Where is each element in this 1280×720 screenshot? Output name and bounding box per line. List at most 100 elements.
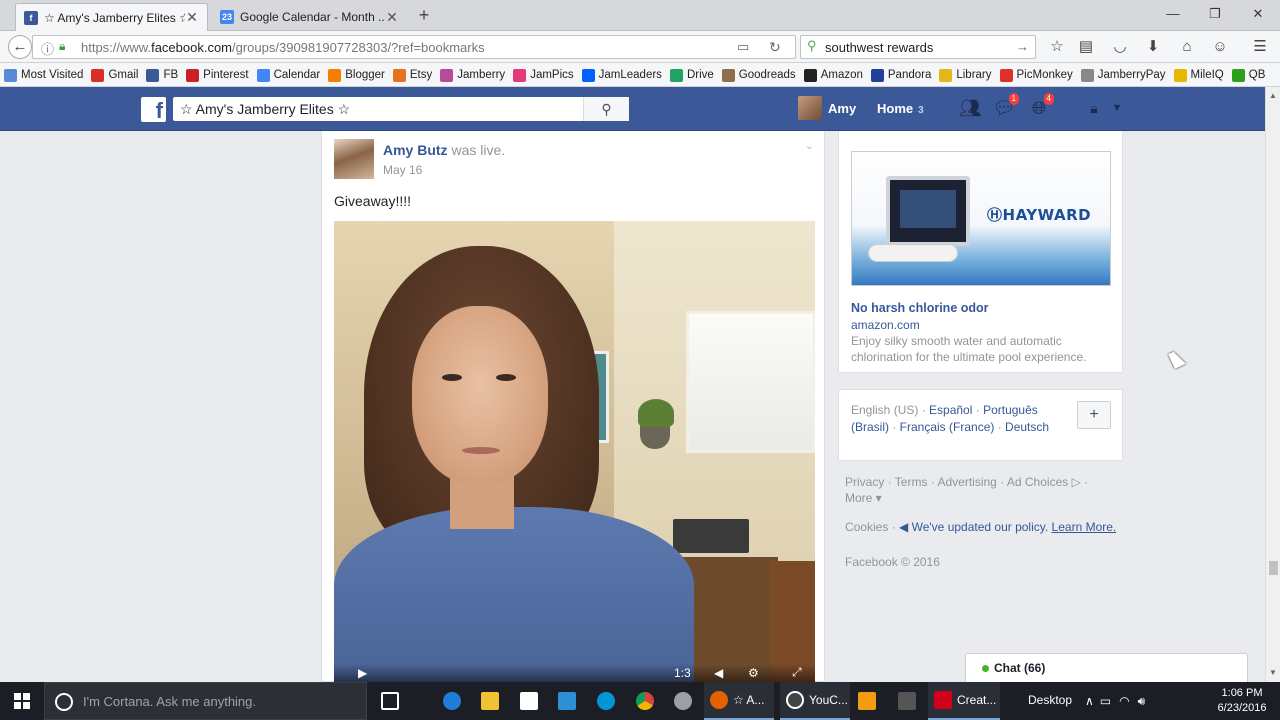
search-engine-icon[interactable]: ⚲	[807, 38, 817, 54]
account-menu-icon[interactable]: ▼	[1105, 97, 1129, 119]
bookmark-item[interactable]: Blogger	[328, 63, 385, 86]
bookmark-item[interactable]: Most Visited	[4, 63, 83, 86]
task-view-icon[interactable]	[381, 682, 404, 720]
edge-icon[interactable]	[443, 682, 466, 720]
language-link[interactable]: Español	[929, 403, 972, 417]
facebook-search-input[interactable]: ☆ Amy's Jamberry Elites ☆	[180, 101, 350, 118]
bookmark-item[interactable]: Gmail	[91, 63, 138, 86]
language-link[interactable]: Français (France)	[900, 420, 995, 434]
bookmark-item[interactable]: MileIQ	[1173, 63, 1224, 86]
tab-google-calendar[interactable]: 23 Google Calendar - Month ... ✕	[212, 3, 407, 31]
home-icon[interactable]: ⌂	[1176, 36, 1198, 58]
notifications-globe-icon[interactable]: 🌐︎ 4	[1027, 93, 1054, 119]
ad-domain[interactable]: amazon.com	[851, 318, 920, 332]
add-language-button[interactable]: +	[1077, 401, 1111, 429]
volume-icon[interactable]: ◀︎	[714, 666, 723, 680]
chevron-down-icon[interactable]: ⌄	[805, 139, 814, 152]
footer-link[interactable]: Terms	[895, 475, 928, 489]
minimize-icon[interactable]: —	[1161, 4, 1185, 24]
close-tab-icon[interactable]: ✕	[185, 9, 199, 26]
store-icon[interactable]	[520, 682, 543, 720]
power-icon[interactable]: ▭	[1100, 694, 1111, 708]
footer-link[interactable]: Cookies	[845, 520, 888, 534]
ad-choices-icon[interactable]: ▷	[1072, 475, 1081, 489]
footer-link[interactable]: Ad Choices	[1007, 475, 1068, 489]
chat-sidebar-button[interactable]: Chat (66)	[965, 653, 1248, 682]
chat-bubble-icon[interactable]: ☺	[1209, 36, 1231, 58]
search-icon[interactable]: ⚲	[583, 97, 629, 121]
menu-icon[interactable]: ☰	[1249, 36, 1271, 58]
bookmark-item[interactable]: FB	[146, 63, 178, 86]
bookmark-item[interactable]: PicMonkey	[999, 63, 1073, 86]
pocket-icon[interactable]: ◡	[1109, 36, 1131, 58]
bookmark-item[interactable]: Etsy	[392, 63, 432, 86]
post-date[interactable]: May 16	[383, 163, 422, 177]
back-button[interactable]: ←	[8, 35, 32, 59]
scroll-down-icon[interactable]: ▼	[1269, 668, 1277, 677]
bookmark-item[interactable]: Jamberry	[440, 63, 505, 86]
profile-link[interactable]: Amy	[798, 96, 856, 120]
bookmark-item[interactable]: JamberryPay	[1080, 63, 1166, 86]
file-explorer-icon[interactable]	[481, 682, 504, 720]
page-scrollbar[interactable]: ▲ ▼	[1265, 87, 1280, 682]
info-icon[interactable]: ⓘ	[41, 39, 54, 58]
search-go-icon[interactable]: →	[1016, 39, 1029, 54]
facebook-logo-icon[interactable]: f	[141, 97, 166, 123]
taskbar-creative-cloud[interactable]: Creat...	[928, 682, 1000, 720]
footer-link[interactable]: More	[845, 491, 872, 505]
reader-view-icon[interactable]: ▭	[737, 39, 749, 55]
pinned-app-icon[interactable]	[898, 682, 921, 720]
taskbar-firefox[interactable]: ☆ A...	[704, 682, 774, 720]
pinned-app-icon[interactable]	[674, 682, 697, 720]
pinned-app-icon[interactable]	[858, 682, 881, 720]
bookmark-item[interactable]: Goodreads	[721, 63, 796, 86]
bookmark-item[interactable]: JamLeaders	[581, 63, 662, 86]
sponsored-ad[interactable]: ⒽHAYWARD No harsh chlorine odor amazon.c…	[838, 131, 1123, 373]
ad-image[interactable]: ⒽHAYWARD	[851, 151, 1111, 286]
close-window-icon[interactable]: ✕	[1246, 4, 1270, 24]
scroll-thumb[interactable]	[1269, 561, 1278, 575]
facebook-search-field[interactable]: ☆ Amy's Jamberry Elites ☆ ⚲	[173, 97, 629, 121]
footer-link[interactable]: Advertising	[937, 475, 996, 489]
privacy-shortcuts-icon[interactable]: 🔒︎	[1082, 97, 1106, 119]
bookmark-item[interactable]: Library	[939, 63, 992, 86]
search-input[interactable]: southwest rewards	[825, 40, 933, 55]
chevron-up-icon[interactable]: ∧	[1085, 694, 1094, 708]
bookmark-item[interactable]: Calendar	[256, 63, 320, 86]
fullscreen-icon[interactable]: ⤢	[792, 665, 802, 680]
bookmark-item[interactable]: Amazon	[803, 63, 863, 86]
reload-icon[interactable]: ↻	[769, 39, 781, 56]
taskbar-youcam[interactable]: YouC...	[780, 682, 850, 720]
tab-facebook-group[interactable]: f ☆ Amy's Jamberry Elites ☆ ✕	[15, 3, 208, 31]
bookmark-item[interactable]: Drive	[669, 63, 714, 86]
policy-notice[interactable]: We've updated our policy.	[912, 520, 1049, 534]
friend-requests-icon[interactable]: 👥︎	[958, 97, 982, 119]
footer-link[interactable]: Privacy	[845, 475, 884, 489]
pinned-app-icon[interactable]	[558, 682, 581, 720]
start-button[interactable]	[0, 682, 44, 720]
language-link[interactable]: Deutsch	[1005, 420, 1049, 434]
home-link[interactable]: Home 3	[877, 101, 924, 116]
close-tab-icon[interactable]: ✕	[385, 9, 399, 26]
learn-more-link[interactable]: Learn More.	[1052, 520, 1117, 534]
bookmark-star-icon[interactable]: ☆	[1046, 36, 1068, 58]
wifi-icon[interactable]: ◠	[1119, 694, 1129, 708]
author-avatar[interactable]	[334, 139, 374, 179]
chrome-icon[interactable]	[636, 682, 659, 720]
desktop-toolbar[interactable]: Desktop	[1028, 693, 1072, 707]
settings-gear-icon[interactable]: ⚙	[748, 666, 759, 680]
bookmark-item[interactable]: JamPics	[513, 63, 574, 86]
play-icon[interactable]: ▶	[358, 666, 367, 680]
scroll-up-icon[interactable]: ▲	[1269, 91, 1277, 100]
search-bar[interactable]: ⚲ southwest rewards →	[800, 35, 1036, 59]
messages-icon[interactable]: 💬︎ 1	[992, 93, 1019, 119]
restore-icon[interactable]: ❐	[1203, 4, 1227, 24]
bookmarks-list-icon[interactable]: ▤	[1075, 36, 1097, 58]
bookmark-item[interactable]: Pandora	[870, 63, 931, 86]
bookmark-item[interactable]: QB	[1231, 63, 1265, 86]
download-icon[interactable]: ⬇	[1142, 36, 1164, 58]
ad-title[interactable]: No harsh chlorine odor	[851, 301, 989, 315]
system-clock[interactable]: 1:06 PM 6/23/2016	[1212, 686, 1272, 716]
url-bar[interactable]: ⓘ 🔒︎ https://www.facebook.com/groups/390…	[32, 35, 796, 59]
cortana-search-box[interactable]: I'm Cortana. Ask me anything.	[44, 682, 367, 720]
